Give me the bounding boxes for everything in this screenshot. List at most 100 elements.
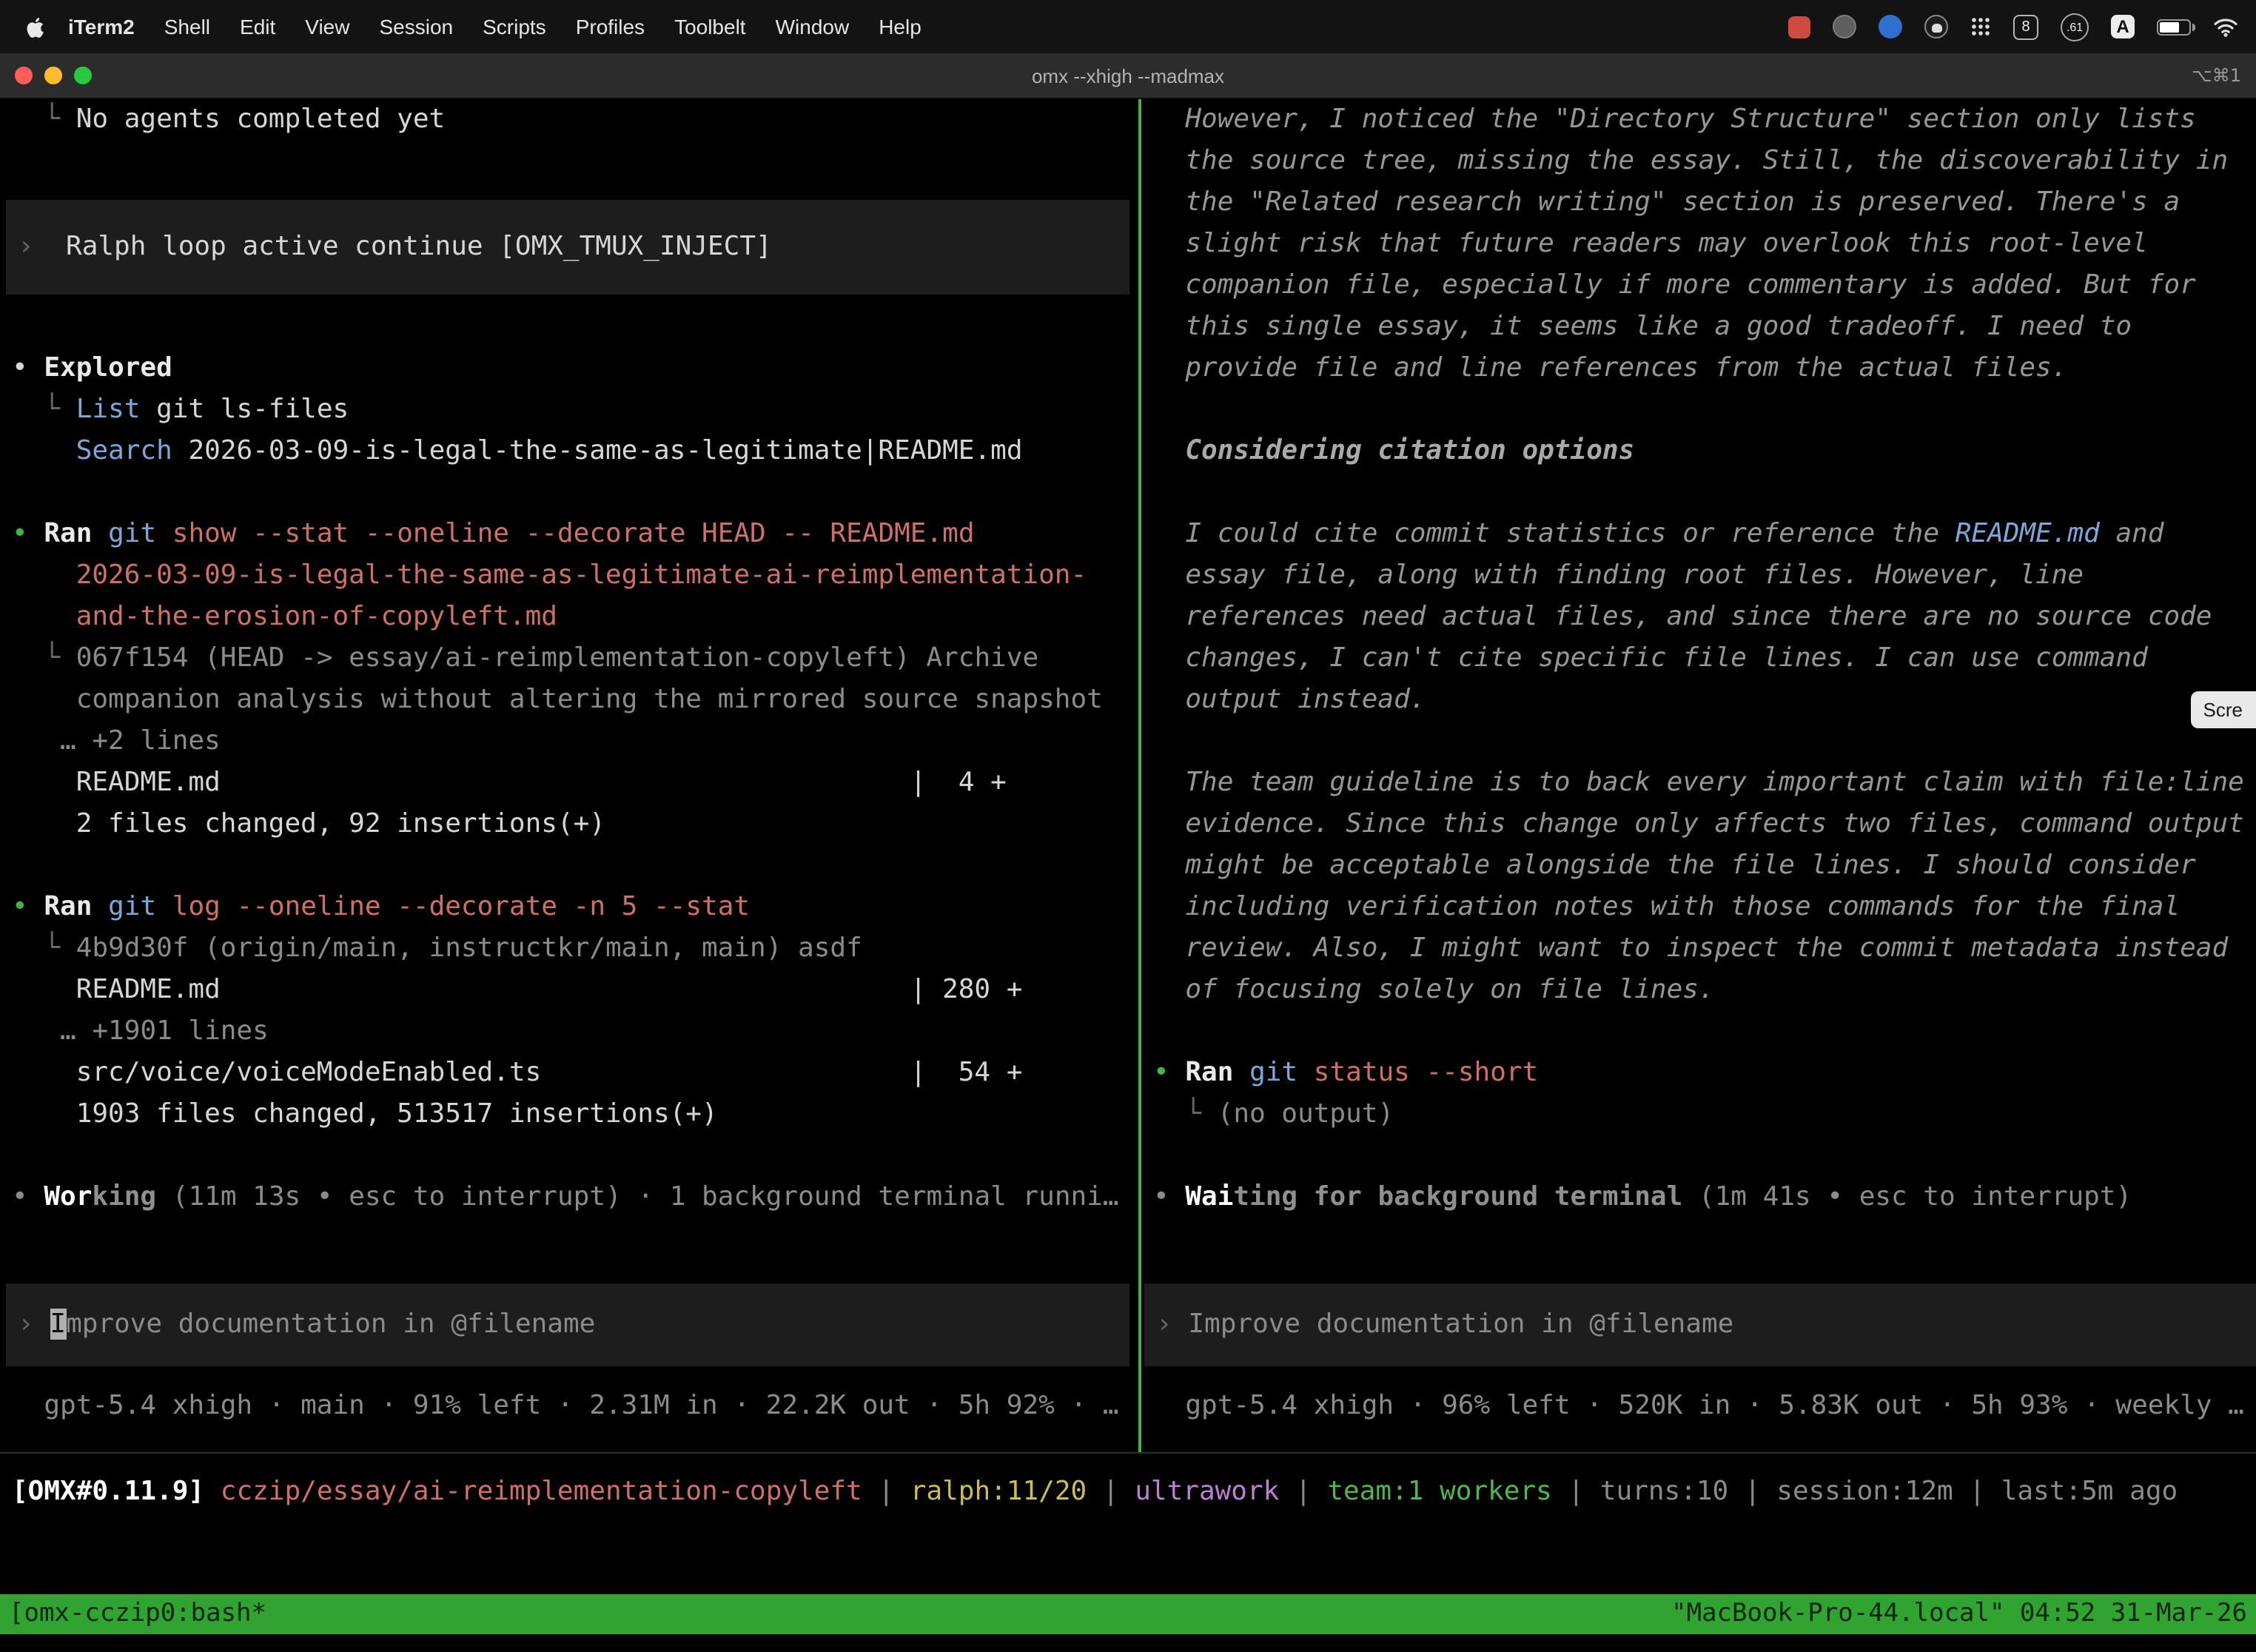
text-segment: status --short [1297, 1057, 1538, 1088]
keycap-icon[interactable]: 8 [2013, 14, 2038, 39]
menu-items: iTerm2ShellEditViewSessionScriptsProfile… [53, 15, 936, 38]
terminal-line: • Waiting for background terminal (1m 41… [1141, 1177, 2256, 1218]
text-segment: Ran [1185, 1057, 1233, 1088]
text-segment: | [1953, 1476, 2001, 1507]
terminal-line: and-the-erosion-of-copyleft.md [0, 597, 1138, 638]
text-segment: I could cite commit statistics or refere… [1153, 518, 1955, 549]
menu-item-help[interactable]: Help [864, 15, 936, 38]
screen-record-icon[interactable] [1788, 16, 1810, 38]
text-segment: ralph:11/20 [910, 1476, 1087, 1507]
terminal-line: evidence. Since this change only affects… [1141, 804, 2256, 845]
text-segment: the "Related research writing" section i… [1153, 187, 2180, 218]
input-source-icon[interactable]: A [2111, 15, 2135, 38]
menu-item-toolbelt[interactable]: Toolbelt [659, 15, 761, 38]
terminal-line: … +2 lines [0, 721, 1138, 762]
text-segment: (11m 13s • esc to interrupt) · 1 backgro… [156, 1181, 1118, 1212]
github-icon[interactable] [1924, 15, 1948, 38]
terminal-line: The team guideline is to back every impo… [1141, 762, 2256, 804]
screen-tooltip-button[interactable]: Scre [2192, 691, 2256, 728]
text-segment [1233, 1057, 1249, 1088]
terminal-line: including verification notes with those … [1141, 887, 2256, 928]
terminal-line [0, 472, 1138, 514]
text-segment: turns:10 [1600, 1476, 1728, 1507]
right-session-status: gpt-5.4 xhigh · 96% left · 520K in · 5.8… [1141, 1386, 2256, 1427]
menu-item-profiles[interactable]: Profiles [561, 15, 659, 38]
text-segment: (no output) [1218, 1098, 1394, 1129]
terminal-line [0, 1135, 1138, 1177]
terminal-line [1141, 721, 2256, 762]
prompt-input-right[interactable]: › Improve documentation in @filename [1144, 1283, 2256, 1366]
menu-item-view[interactable]: View [290, 15, 364, 38]
text-segment: └ [12, 642, 76, 674]
text-segment: 2026-03-09-is-legal-the-same-as-legitima… [12, 560, 1087, 591]
text-segment: references need actual files, and since … [1153, 601, 2212, 632]
text-segment: gpt-5.4 xhigh · 96% left · 520K in · 5.8… [1153, 1390, 2244, 1421]
text-segment: README.md | 4 + [12, 767, 1007, 798]
left-session-status: gpt-5.4 xhigh · main · 91% left · 2.31M … [0, 1386, 1138, 1427]
window-titlebar[interactable]: omx --xhigh --madmax ⌥⌘1 [0, 53, 2256, 99]
terminal-line: companion file, especially if more comme… [1141, 265, 2256, 306]
text-segment: › [18, 1309, 50, 1340]
text-segment: • [1153, 1181, 1185, 1212]
menu-item-iterm2[interactable]: iTerm2 [53, 15, 150, 38]
prompt-input-left-line: › Improve documentation in @filename [6, 1304, 1129, 1346]
right-scrollback: However, I noticed the "Directory Struct… [1141, 99, 2256, 1218]
globe-icon[interactable] [1833, 15, 1856, 38]
apple-menu[interactable] [18, 16, 53, 38]
terminal-line: gpt-5.4 xhigh · main · 91% left · 2.31M … [0, 1386, 1138, 1427]
menu-item-session[interactable]: Session [364, 15, 468, 38]
text-segment: the source tree, missing the essay. Stil… [1153, 145, 2228, 176]
text-segment: Considering citation options [1153, 435, 1634, 466]
text-segment: provide file and line references from th… [1153, 352, 2067, 383]
tmux-host-clock: "MacBook-Pro-44.local" 04:52 31-Mar-26 [1671, 1594, 2247, 1634]
text-segment: • [1153, 1057, 1185, 1088]
menu-bar: iTerm2ShellEditViewSessionScriptsProfile… [0, 0, 2256, 53]
battery-icon[interactable] [2157, 19, 2191, 35]
prompt-input-right-line: › Improve documentation in @filename [1144, 1304, 2256, 1346]
text-segment: └ [12, 933, 76, 964]
grid-icon[interactable] [1970, 16, 1991, 37]
terminal-line: slight risk that future readers may over… [1141, 224, 2256, 265]
text-segment: Ran [44, 891, 92, 922]
menu-item-shell[interactable]: Shell [150, 15, 225, 38]
menu-item-window[interactable]: Window [761, 15, 865, 38]
text-segment: 2026-03-09-is-legal-the-same-as-legitima… [172, 435, 1023, 466]
text-segment: cczip/essay/ai-reimplementation-copyleft [221, 1476, 862, 1507]
text-segment: › [1156, 1309, 1188, 1340]
menu-item-scripts[interactable]: Scripts [468, 15, 561, 38]
text-segment: However, I noticed the "Directory Struct… [1153, 104, 2196, 135]
blue-app-icon[interactable] [1879, 15, 1902, 38]
battery-fill [2160, 21, 2180, 32]
terminal-line: changes, I can't cite specific file line… [1141, 638, 2256, 679]
text-segment: | [1087, 1476, 1135, 1507]
terminal-line: › Improve documentation in @filename [1144, 1304, 2256, 1346]
terminal-line: • Working (11m 13s • esc to interrupt) ·… [0, 1177, 1138, 1218]
text-segment: companion file, especially if more comme… [1153, 269, 2196, 300]
text-segment: 1903 files changed, 513517 insertions(+) [12, 1098, 718, 1129]
terminal-line: I could cite commit statistics or refere… [1141, 514, 2256, 555]
prompt-input-left[interactable]: › Improve documentation in @filename [6, 1283, 1129, 1366]
right-pane[interactable]: However, I noticed the "Directory Struct… [1141, 99, 2256, 1452]
text-segment: 067f154 (HEAD -> essay/ai-reimplementati… [76, 642, 1038, 674]
text-segment: Ran [44, 518, 92, 549]
battery-percent-icon[interactable]: .61 [2061, 13, 2089, 41]
terminal-line [1141, 1011, 2256, 1052]
terminal-line: of focusing solely on file lines. [1141, 970, 2256, 1011]
text-segment: (1m 41s • esc to interrupt) [1682, 1181, 2132, 1212]
terminal-line: Search 2026-03-09-is-legal-the-same-as-l… [0, 431, 1138, 472]
text-segment: ting for background terminal [1233, 1181, 1682, 1212]
terminal-line: └ List git ls-files [0, 389, 1138, 431]
terminal-line: • Ran git log --oneline --decorate -n 5 … [0, 887, 1138, 928]
menu-item-edit[interactable]: Edit [225, 15, 290, 38]
text-segment: › [18, 231, 66, 262]
terminal-line: [OMX#0.11.9] cczip/essay/ai-reimplementa… [0, 1471, 2256, 1513]
text-segment: Search [76, 435, 172, 466]
terminal-line: might be acceptable alongside the file l… [1141, 845, 2256, 887]
text-segment: of focusing solely on file lines. [1153, 974, 1715, 1005]
omx-status-bar: [OMX#0.11.9] cczip/essay/ai-reimplementa… [0, 1454, 2256, 1594]
text-segment: | [862, 1476, 910, 1507]
text-segment: git [1249, 1057, 1297, 1088]
wifi-icon[interactable] [2213, 17, 2238, 36]
left-pane[interactable]: └ No agents completed yet › Ralph loop a… [0, 99, 1138, 1452]
text-segment: including verification notes with those … [1153, 891, 2180, 922]
